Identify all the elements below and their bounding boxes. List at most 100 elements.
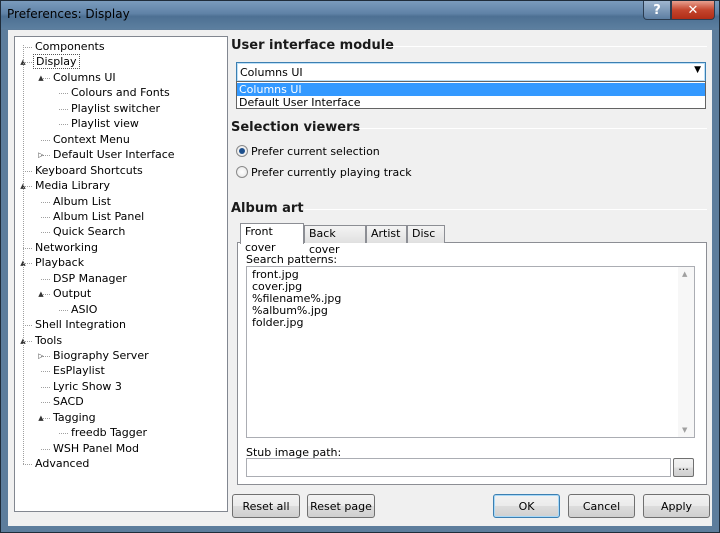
tree-item[interactable]: Tagging	[51, 410, 98, 425]
tree-item[interactable]: Album List	[51, 194, 113, 209]
reset-all-button[interactable]: Reset all	[232, 494, 300, 518]
tab-back-cover[interactable]: Back cover	[304, 225, 366, 256]
tree-connector	[23, 325, 32, 327]
tree-item-label: WSH Panel Mod	[53, 441, 140, 455]
tree-item[interactable]: Album List Panel	[51, 209, 146, 224]
preferences-window: Preferences: Display ? ✕ Components Displ…	[0, 0, 720, 533]
window-title: Preferences: Display	[7, 7, 130, 21]
tree-item-label: Columns UI	[53, 70, 116, 84]
tree-item-label: Lyric Show 3	[53, 379, 122, 393]
tree-item[interactable]: WSH Panel Mod	[51, 441, 141, 456]
tree-item[interactable]: EsPlaylist	[51, 363, 107, 378]
tree-item-label: Quick Search	[53, 225, 126, 239]
tree-item[interactable]: DSP Manager	[51, 271, 129, 286]
radio-button[interactable]	[236, 166, 248, 178]
tree-collapse-icon[interactable]: ▲	[37, 414, 45, 422]
tree-connector	[59, 309, 68, 311]
tree-connector	[59, 433, 68, 435]
vertical-scrollbar[interactable]: ▲ ▼	[678, 267, 694, 437]
tree-item[interactable]: Playlist view	[69, 116, 141, 131]
tree-item-label: ASIO	[71, 302, 98, 316]
title-bar[interactable]: Preferences: Display ? ✕	[1, 1, 719, 29]
tree-connector	[59, 93, 68, 95]
browse-button[interactable]: ...	[673, 458, 694, 477]
tree-item[interactable]: Quick Search	[51, 224, 127, 239]
close-button[interactable]: ✕	[671, 1, 715, 20]
tree-item[interactable]: Media Library	[33, 178, 112, 193]
radio-prefer-playing-track[interactable]: Prefer currently playing track	[236, 164, 412, 180]
radio-prefer-current-selection[interactable]: Prefer current selection	[236, 143, 380, 159]
tree-item[interactable]: Lyric Show 3	[51, 379, 124, 394]
tree-connector	[59, 124, 68, 126]
tree-connector	[41, 278, 50, 280]
tree-connector	[41, 386, 50, 388]
radio-label: Prefer current selection	[251, 144, 380, 158]
search-patterns-textarea[interactable]: front.jpg cover.jpg %filename%.jpg %albu…	[246, 266, 695, 438]
close-icon: ✕	[687, 2, 699, 18]
tree-connector	[41, 201, 50, 203]
tree-item[interactable]: SACD	[51, 394, 86, 409]
dropdown-option-columns-ui[interactable]: Columns UI	[237, 83, 705, 96]
scroll-up-icon[interactable]: ▲	[682, 270, 687, 278]
tree-item[interactable]: Playlist switcher	[69, 101, 162, 116]
tree-item-label: DSP Manager	[53, 271, 127, 285]
tree-item-label: Components	[35, 40, 105, 53]
tree-item[interactable]: Output	[51, 286, 93, 301]
tree-connector	[41, 448, 50, 450]
tab-disc[interactable]: Disc	[407, 225, 445, 243]
ui-module-dropdown-list: Columns UI Default User Interface	[236, 81, 706, 109]
tree-item[interactable]: Networking	[33, 240, 100, 255]
tree-item-label: Media Library	[35, 179, 110, 193]
help-button[interactable]: ?	[643, 1, 671, 20]
ui-module-heading: User interface module	[231, 38, 394, 53]
tree-item[interactable]: Tools	[33, 333, 64, 348]
ok-button[interactable]: OK	[493, 494, 560, 518]
tree-item-label: Album List	[53, 194, 111, 208]
tree-item[interactable]: Biography Server	[51, 348, 151, 363]
tab-artist[interactable]: Artist	[366, 225, 407, 243]
tree-collapse-icon[interactable]: ▲	[37, 74, 45, 82]
tree-item-label: Networking	[35, 240, 98, 254]
tree-item[interactable]: Colours and Fonts	[69, 85, 172, 100]
tree-item[interactable]: Playback	[33, 255, 86, 270]
tree-item[interactable]: Display	[33, 54, 80, 70]
tree-item[interactable]: freedb Tagger	[69, 425, 149, 440]
tree-item-label: Output	[53, 287, 92, 301]
stub-image-path-input[interactable]	[246, 458, 671, 477]
tree-item[interactable]: Context Menu	[51, 132, 132, 147]
radio-label: Prefer currently playing track	[251, 165, 412, 179]
tree-item-label: Default User Interface	[53, 148, 175, 162]
radio-button-checked[interactable]	[236, 145, 248, 157]
tree-connector	[23, 170, 32, 172]
tree-connector	[41, 371, 50, 373]
tree-item-label: Advanced	[35, 457, 90, 471]
chevron-down-icon: ▼	[694, 65, 701, 75]
tree-item[interactable]: Columns UI	[51, 70, 118, 85]
dropdown-option-default-ui[interactable]: Default User Interface	[237, 96, 705, 109]
tree-item[interactable]: Advanced	[33, 456, 91, 471]
tree-connector	[23, 464, 32, 466]
reset-page-button[interactable]: Reset page	[307, 494, 375, 518]
dialog-client-area: Components Display ▲ Columns UI ▲ Colours and…	[8, 30, 712, 526]
ui-module-select[interactable]: Columns UI ▼	[236, 62, 706, 82]
tree-item[interactable]: Components	[33, 39, 107, 54]
scroll-down-icon[interactable]: ▼	[682, 426, 687, 434]
tree-expand-icon[interactable]: ▷	[37, 352, 45, 360]
tree-item[interactable]: Default User Interface	[51, 147, 177, 162]
tree-collapse-icon[interactable]: ▲	[37, 290, 45, 298]
apply-button[interactable]: Apply	[643, 494, 710, 518]
tree-item[interactable]: Shell Integration	[33, 317, 128, 332]
group-divider	[384, 46, 707, 47]
preferences-tree[interactable]: Components Display ▲ Columns UI ▲ Colours and…	[14, 36, 228, 512]
cancel-button[interactable]: Cancel	[568, 494, 635, 518]
pattern-line: folder.jpg	[252, 316, 304, 329]
tree-expand-icon[interactable]: ▷	[37, 151, 45, 159]
tree-item[interactable]: ASIO	[69, 302, 99, 317]
tree-item-label: Album List Panel	[53, 209, 145, 223]
tab-front-cover[interactable]: Front cover	[240, 223, 304, 254]
tree-connector	[23, 47, 32, 48]
tree-item-label: Display	[33, 54, 80, 70]
tree-guide-line	[23, 45, 24, 465]
help-icon: ?	[653, 2, 661, 18]
tree-item[interactable]: Keyboard Shortcuts	[33, 163, 145, 178]
